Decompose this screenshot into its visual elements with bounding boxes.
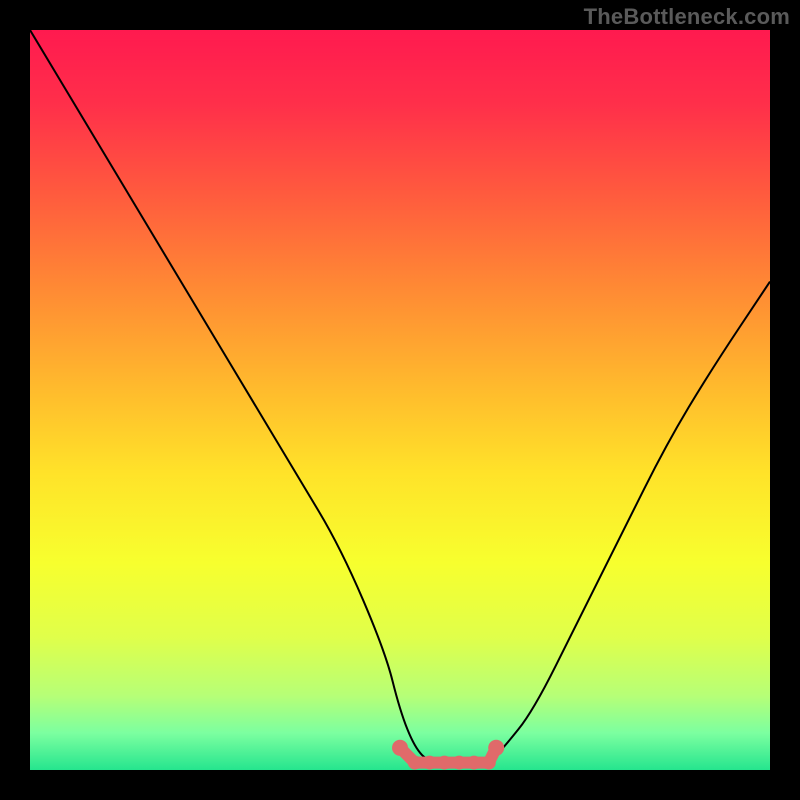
chart-svg [30, 30, 770, 770]
bottleneck-minimum-markers [392, 740, 504, 770]
marker-dot [437, 756, 451, 770]
marker-dot [392, 740, 408, 756]
marker-dot [423, 756, 437, 770]
plot-area [30, 30, 770, 770]
chart-frame: TheBottleneck.com [0, 0, 800, 800]
watermark-label: TheBottleneck.com [584, 4, 790, 30]
bottleneck-curve [30, 30, 770, 763]
marker-dot [467, 756, 481, 770]
marker-dot [482, 756, 496, 770]
marker-dot [488, 740, 504, 756]
marker-dot [452, 756, 466, 770]
marker-dot [408, 756, 422, 770]
